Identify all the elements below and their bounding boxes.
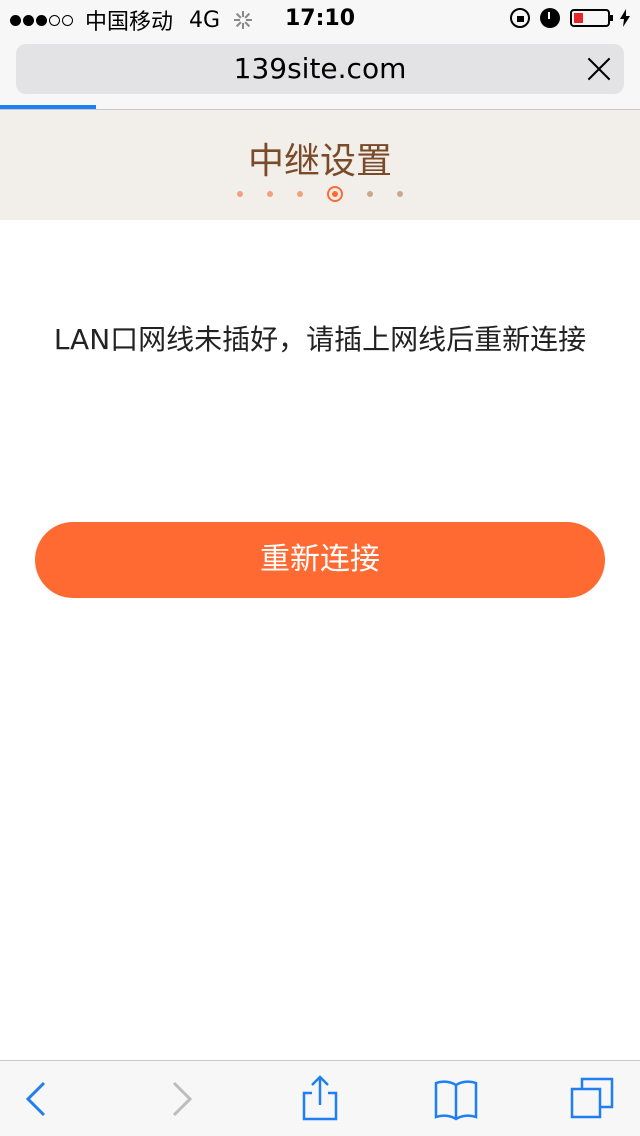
step-dot-active [327, 186, 343, 202]
share-icon[interactable] [296, 1075, 344, 1123]
address-bar[interactable]: 139site.com [16, 44, 624, 94]
page-title: 中继设置 [247, 141, 392, 182]
battery-icon [570, 9, 613, 27]
rotation-lock-icon [510, 8, 530, 28]
step-dot [367, 191, 373, 197]
alarm-icon [540, 8, 560, 28]
step-dot [237, 191, 243, 197]
url-text[interactable]: 139site.com [16, 44, 624, 94]
charging-bolt-icon [620, 9, 630, 27]
status-right [510, 8, 630, 28]
step-dot [267, 191, 273, 197]
forward-icon[interactable] [156, 1075, 204, 1123]
reconnect-button[interactable]: 重新连接 [35, 522, 605, 598]
bookmarks-icon[interactable] [432, 1075, 480, 1123]
status-bar: 中国移动 4G 17:10 [0, 0, 640, 40]
page-header: 中继设置 [0, 110, 640, 220]
tabs-icon[interactable] [568, 1075, 616, 1123]
step-indicator [0, 186, 640, 202]
step-dot [397, 191, 403, 197]
back-icon[interactable] [14, 1075, 62, 1123]
step-dot [297, 191, 303, 197]
error-message: LAN口网线未插好，请插上网线后重新连接 [53, 323, 587, 356]
address-bar-area: 139site.com [0, 40, 640, 110]
page-load-progress [0, 105, 96, 109]
stop-loading-icon[interactable] [586, 56, 612, 82]
browser-toolbar [0, 1060, 640, 1136]
